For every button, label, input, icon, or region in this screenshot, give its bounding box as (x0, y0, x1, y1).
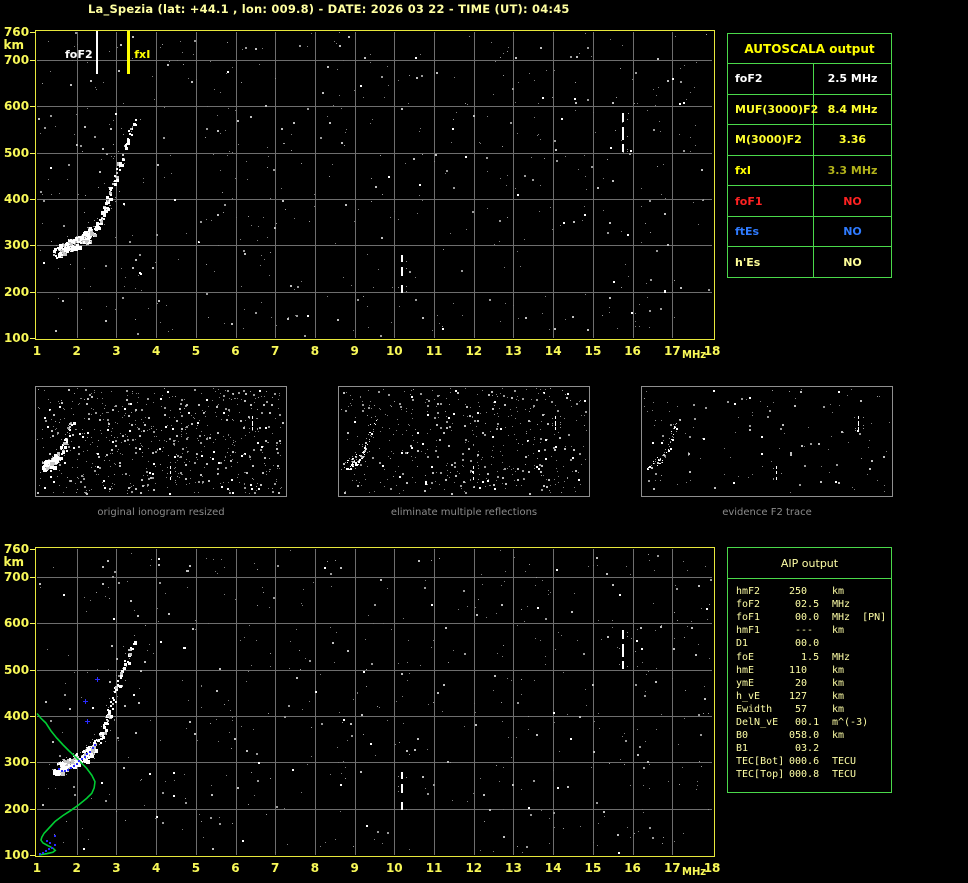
param-value: 00.1 (789, 716, 820, 728)
param-label: hmF2 (736, 586, 761, 598)
param-value: --- (789, 625, 814, 637)
param-unit: m^(-3) (832, 716, 869, 728)
param-value: NO (843, 194, 862, 208)
autoscala-row: ftEs NO (728, 215, 891, 247)
param-value: 110 (789, 664, 808, 676)
param-label: TEC[Bot] (736, 756, 785, 768)
param-unit: km (832, 677, 845, 689)
param-label: h'Es (728, 247, 814, 278)
param-label: foF1 (728, 186, 814, 216)
param-value: 000.8 (789, 769, 820, 781)
param-label: foE (736, 651, 755, 663)
aip-row: DelN_vE 00.1 m^(-3) (736, 716, 891, 729)
aip-row: hmE 110 km (736, 664, 891, 677)
param-value: 20 (789, 677, 808, 689)
autoscala-row: foF2 2.5 MHz (728, 63, 891, 94)
autoscala-row: MUF(3000)F2 8.4 MHz (728, 93, 891, 125)
aip-row: D1 00.0 (736, 637, 891, 650)
param-label: ftEs (728, 216, 814, 247)
panel-caption-original: original ionogram resized (97, 507, 225, 518)
main-ionogram-chart (0, 25, 730, 370)
param-unit: km (832, 730, 845, 742)
param-value: 00.0 (789, 612, 820, 624)
param-value: 058.0 (789, 730, 820, 742)
param-unit: km (832, 586, 845, 598)
param-label: ymE (736, 677, 755, 689)
param-value: 8.4 MHz (827, 102, 878, 116)
param-label: fxI (728, 155, 814, 186)
param-label: Ewidth (736, 703, 773, 715)
param-unit: TECU (832, 756, 857, 768)
param-label: TEC[Top] (736, 769, 785, 781)
panel-caption-reflections: eliminate multiple reflections (390, 507, 538, 518)
param-label: M(3000)F2 (728, 125, 814, 155)
param-label: MUF(3000)F2 (728, 94, 818, 125)
aip-row: foF2 02.5 MHz (736, 598, 891, 611)
aip-output-table: AIP output hmF2 250 km foF2 02.5 MHz foF1 00.… (727, 547, 892, 793)
autoscala-output-table: AUTOSCALA output foF2 2.5 MHz MUF(3000)F2 8… (727, 33, 892, 278)
param-label: B0 (736, 730, 749, 742)
evidence-f2-trace-panel (641, 386, 893, 497)
profile-ionogram-chart (0, 542, 730, 883)
panel-caption-f2trace: evidence F2 trace (722, 507, 812, 518)
aip-row: hmF1 --- km (736, 624, 891, 637)
param-unit: km (832, 690, 845, 702)
param-unit: TECU (832, 769, 857, 781)
param-value: 250 (789, 586, 808, 598)
param-label: h_vE (736, 690, 761, 702)
param-unit: km (832, 625, 845, 637)
param-label: D1 (736, 638, 749, 650)
param-label: B1 (736, 743, 749, 755)
param-label: hmF1 (736, 625, 761, 637)
aip-row: ymE 20 km (736, 677, 891, 690)
param-value: NO (843, 255, 862, 269)
aip-row: h_vE 127 km (736, 690, 891, 703)
autoscala-row: M(3000)F2 3.36 (728, 124, 891, 155)
autoscala-row: foF1 NO (728, 185, 891, 216)
aip-row: B1 03.2 (736, 742, 891, 755)
original-ionogram-panel (35, 386, 287, 497)
station-title: La_Spezia (lat: +44.1 , lon: 009.8) - DA… (88, 2, 570, 16)
param-unit: MHz (832, 599, 851, 611)
aip-row: foF1 00.0 MHz [PN] (736, 611, 891, 624)
param-value: 3.36 (838, 133, 867, 147)
param-unit: MHz (832, 651, 851, 663)
param-value: 000.6 (789, 756, 820, 768)
aip-table-rows: hmF2 250 km foF2 02.5 MHz foF1 00.0 MHz [PN] hm… (728, 579, 891, 781)
aip-row: foE 1.5 MHz (736, 650, 891, 663)
autoscala-table-rows: foF2 2.5 MHz MUF(3000)F2 8.4 MHz M(3000)F2 3.… (728, 63, 891, 278)
param-label: DelN_vE (736, 716, 779, 728)
param-label: foF2 (728, 64, 814, 94)
aip-row: TEC[Bot] 000.6 TECU (736, 755, 891, 768)
param-unit: km (832, 703, 845, 715)
param-value: 3.3 MHz (827, 164, 878, 178)
param-value: 00.0 (789, 638, 820, 650)
autoscala-ionogram-viewer: La_Spezia (lat: +44.1 , lon: 009.8) - DA… (0, 0, 968, 883)
param-unit: MHz [PN] (832, 612, 887, 624)
aip-table-header: AIP output (728, 548, 891, 579)
autoscala-table-header: AUTOSCALA output (744, 41, 875, 56)
aip-row: TEC[Top] 000.8 TECU (736, 768, 891, 781)
param-value: 02.5 (789, 599, 820, 611)
param-label: foF1 (736, 612, 761, 624)
eliminate-reflections-panel (338, 386, 590, 497)
param-value: 127 (789, 690, 808, 702)
aip-row: B0 058.0 km (736, 729, 891, 742)
param-label: hmE (736, 664, 755, 676)
param-value: 57 (789, 703, 808, 715)
param-label: foF2 (736, 599, 761, 611)
autoscala-row: h'Es NO (728, 246, 891, 278)
param-value: NO (843, 225, 862, 239)
autoscala-row: fxI 3.3 MHz (728, 154, 891, 186)
param-value: 2.5 MHz (827, 72, 878, 86)
param-value: 03.2 (789, 743, 820, 755)
aip-row: Ewidth 57 km (736, 703, 891, 716)
param-value: 1.5 (789, 651, 820, 663)
aip-row: hmF2 250 km (736, 585, 891, 598)
param-unit: km (832, 664, 845, 676)
